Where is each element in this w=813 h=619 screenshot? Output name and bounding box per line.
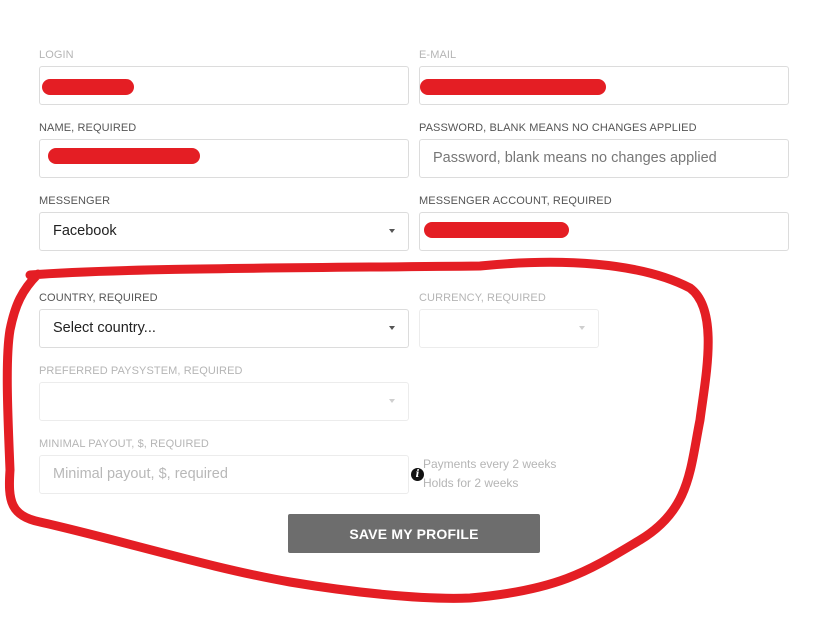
email-field[interactable] — [419, 66, 789, 105]
messenger-account-field[interactable] — [419, 212, 789, 251]
redaction-mark — [420, 79, 606, 95]
minimal-payout-input[interactable]: Minimal payout, $, required — [39, 455, 409, 494]
login-field[interactable] — [39, 66, 409, 105]
messenger-value: Facebook — [53, 223, 117, 239]
paysystem-label: PREFERRED PAYSYSTEM, REQUIRED — [39, 365, 243, 377]
payout-note: Holds for 2 weeks — [423, 476, 519, 490]
country-label: COUNTRY, REQUIRED — [39, 292, 158, 304]
email-label: E-MAIL — [419, 49, 457, 61]
country-select[interactable]: Select country... — [39, 309, 409, 348]
chevron-down-icon — [389, 229, 395, 233]
chevron-down-icon — [389, 399, 395, 403]
currency-select[interactable] — [419, 309, 599, 348]
minimal-payout-label: MINIMAL PAYOUT, $, REQUIRED — [39, 438, 209, 450]
messenger-account-label: MESSENGER ACCOUNT, REQUIRED — [419, 195, 612, 207]
payout-note: Payments every 2 weeks — [423, 457, 557, 471]
paysystem-select[interactable] — [39, 382, 409, 421]
country-value: Select country... — [53, 320, 156, 336]
messenger-label: MESSENGER — [39, 195, 111, 207]
password-label: PASSWORD, BLANK MEANS NO CHANGES APPLIED — [419, 122, 697, 134]
password-input[interactable]: Password, blank means no changes applied — [419, 139, 789, 178]
redaction-mark — [424, 222, 569, 238]
chevron-down-icon — [579, 326, 585, 330]
redaction-mark — [42, 79, 134, 95]
name-label: NAME, REQUIRED — [39, 122, 137, 134]
currency-label: CURRENCY, REQUIRED — [419, 292, 546, 304]
messenger-select[interactable]: Facebook — [39, 212, 409, 251]
name-field[interactable] — [39, 139, 409, 178]
save-profile-button[interactable]: SAVE MY PROFILE — [288, 514, 540, 553]
login-label: LOGIN — [39, 49, 74, 61]
chevron-down-icon — [389, 326, 395, 330]
redaction-mark — [48, 148, 200, 164]
